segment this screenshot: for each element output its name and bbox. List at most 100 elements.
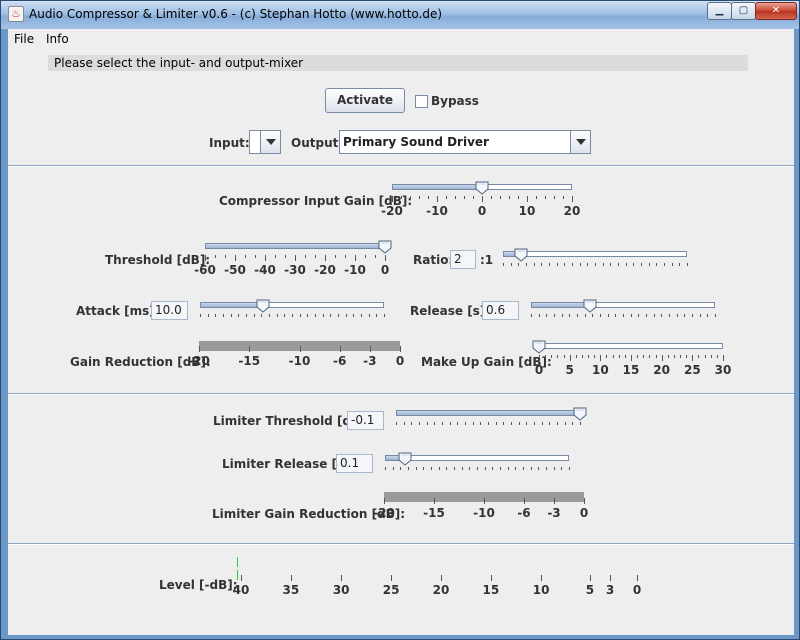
tick-minor	[686, 355, 688, 358]
tick-minor	[299, 314, 301, 317]
input-select[interactable]	[249, 130, 281, 154]
tick-minor	[541, 422, 543, 425]
slider-track[interactable]	[539, 343, 723, 349]
tick-minor	[531, 314, 532, 317]
tick-major	[385, 255, 386, 261]
tick-minor	[200, 314, 201, 317]
tick-minor	[699, 314, 701, 317]
tick-label: -30	[284, 263, 306, 277]
slider-thumb[interactable]	[256, 299, 270, 313]
tick-minor	[315, 255, 316, 258]
tick-label: 0	[477, 204, 487, 218]
tick-major	[400, 346, 401, 352]
tick-major	[391, 575, 393, 581]
tick-minor	[656, 263, 658, 266]
tick-minor	[472, 422, 474, 425]
tick-label: -40	[254, 263, 276, 277]
input-label: Input:	[209, 136, 250, 150]
tick-minor	[655, 355, 657, 358]
separator	[8, 543, 794, 545]
tick-minor	[641, 263, 642, 266]
tick-minor	[480, 422, 482, 425]
tick-major	[527, 196, 528, 202]
tick-minor	[410, 196, 411, 199]
tick-minor	[484, 467, 486, 470]
minimize-button[interactable]: ▁	[707, 2, 732, 20]
tick-major	[600, 355, 602, 361]
tick-minor	[680, 355, 682, 358]
tick-minor	[477, 467, 478, 470]
tick-minor	[457, 422, 459, 425]
window-title: Audio Compressor & Limiter v0.6 - (c) St…	[29, 7, 443, 21]
tick-marks: -20 -15 -10 -6 -3 0	[188, 346, 404, 368]
tick-marks	[531, 314, 716, 320]
tick-major	[723, 355, 724, 361]
slider-track[interactable]	[200, 302, 384, 308]
close-button[interactable]: ✕	[755, 2, 797, 20]
tick-minor	[275, 255, 276, 258]
menu-info[interactable]: Info	[46, 32, 69, 46]
limiter-threshold-field[interactable]: -0.1	[347, 411, 384, 430]
tick-minor	[554, 196, 555, 199]
slider-thumb[interactable]	[514, 248, 528, 262]
tick-minor	[261, 314, 263, 317]
output-select[interactable]: Primary Sound Driver	[339, 130, 591, 154]
tick-label: -3	[363, 354, 377, 368]
ratio-field[interactable]: 2	[450, 250, 476, 269]
slider-track[interactable]	[503, 251, 687, 257]
slider-thumb[interactable]	[475, 181, 489, 195]
tick-marks	[385, 467, 570, 473]
bypass-checkbox[interactable]	[415, 95, 428, 108]
tick-label: -6	[517, 506, 531, 520]
tick-minor	[684, 314, 686, 317]
tick-minor	[563, 196, 564, 199]
activate-button[interactable]: Activate	[325, 88, 405, 113]
maximize-button[interactable]: ▢	[731, 2, 756, 20]
tick-minor	[710, 355, 712, 358]
slider-thumb[interactable]	[532, 340, 546, 354]
tick-label: -50	[224, 263, 246, 277]
tick-minor	[307, 314, 309, 317]
slider-thumb[interactable]	[378, 240, 392, 254]
tick-minor	[579, 263, 581, 266]
attack-field[interactable]: 10.0	[151, 301, 188, 320]
slider-thumb[interactable]	[398, 452, 412, 466]
menu-file[interactable]: File	[14, 32, 34, 46]
tick-minor	[687, 263, 688, 266]
tick-minor	[335, 255, 336, 258]
tick-major	[205, 255, 206, 261]
title-bar[interactable]: ♨ Audio Compressor & Limiter v0.6 - (c) …	[1, 1, 799, 29]
slider-thumb[interactable]	[583, 299, 597, 313]
tick-major	[290, 575, 292, 581]
slider-track[interactable]	[396, 410, 580, 416]
tick-major	[484, 498, 485, 504]
tick-minor	[207, 314, 209, 317]
slider-track[interactable]	[531, 302, 715, 308]
tick-minor	[365, 255, 366, 258]
slider-track[interactable]	[205, 243, 385, 249]
chevron-down-icon[interactable]	[260, 131, 280, 153]
tick-minor	[625, 263, 627, 266]
tick-minor	[246, 314, 247, 317]
tick-major	[392, 196, 393, 202]
tick-major	[637, 575, 638, 581]
tick-minor	[546, 314, 548, 317]
makeup-gain-label: Make Up Gain [dB]:	[421, 355, 552, 369]
tick-minor	[671, 263, 673, 266]
tick-major	[369, 346, 371, 352]
tick-major	[569, 355, 571, 361]
output-label: Output:	[291, 136, 344, 150]
limiter-release-field[interactable]: 0.1	[336, 454, 373, 473]
tick-minor	[661, 314, 663, 317]
tick-label: 20	[432, 583, 450, 597]
slider-track[interactable]	[385, 455, 569, 461]
tick-minor	[541, 263, 543, 266]
slider-fill	[532, 303, 591, 307]
chevron-down-icon[interactable]	[570, 131, 590, 153]
tick-minor	[322, 314, 324, 317]
slider-thumb[interactable]	[573, 407, 587, 421]
tick-major	[539, 355, 540, 361]
tick-minor	[572, 263, 573, 266]
release-field[interactable]: 0.6	[482, 301, 519, 320]
tick-minor	[492, 467, 494, 470]
